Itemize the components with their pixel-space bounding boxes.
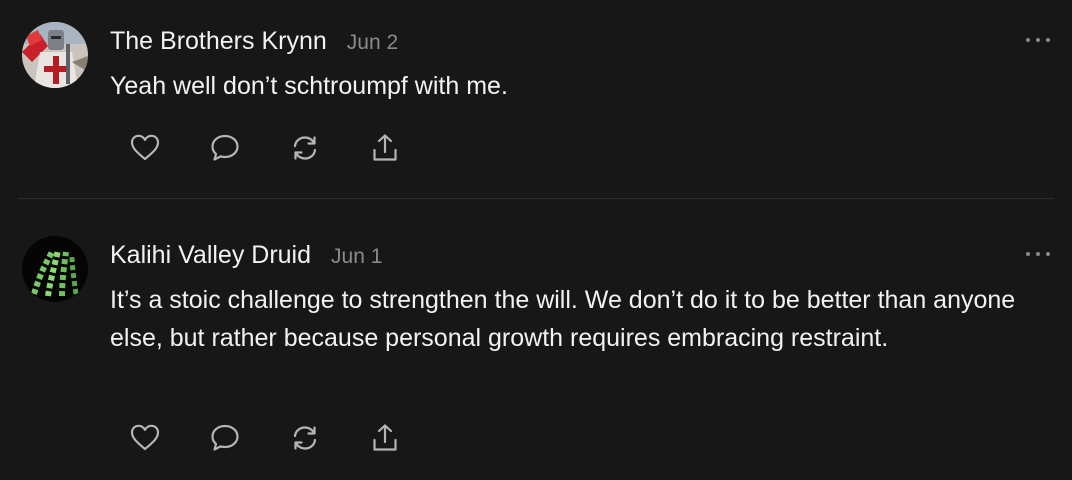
restack-button[interactable]	[288, 131, 322, 165]
knight-avatar-icon	[22, 22, 88, 88]
comment-date[interactable]: Jun 1	[331, 245, 382, 269]
reply-button[interactable]	[208, 421, 242, 455]
comment-header: The Brothers Krynn Jun 2	[110, 27, 398, 56]
reply-button[interactable]	[208, 131, 242, 165]
share-button[interactable]	[368, 421, 402, 455]
share-button[interactable]	[368, 131, 402, 165]
comment-header: Kalihi Valley Druid Jun 1	[110, 241, 382, 270]
share-icon	[373, 134, 397, 161]
comment-text: It’s a stoic challenge to strengthen the…	[110, 286, 1016, 352]
author-name[interactable]: Kalihi Valley Druid	[110, 241, 311, 270]
comment-actions	[128, 421, 402, 455]
share-icon	[373, 424, 397, 451]
restack-icon	[293, 426, 317, 450]
like-button[interactable]	[128, 131, 162, 165]
green-fronds-avatar-icon	[22, 236, 88, 302]
comment-feed: The Brothers Krynn Jun 2 Yeah well don’t…	[0, 0, 1072, 480]
comment-actions	[128, 131, 402, 165]
heart-icon	[130, 134, 160, 161]
heart-icon	[130, 424, 160, 451]
divider	[18, 198, 1054, 199]
more-options-icon[interactable]	[1026, 248, 1050, 260]
author-name[interactable]: The Brothers Krynn	[110, 27, 327, 56]
comment-icon	[211, 134, 239, 161]
restack-button[interactable]	[288, 421, 322, 455]
comment-text: Yeah well don’t schtroumpf with me.	[110, 72, 508, 100]
like-button[interactable]	[128, 421, 162, 455]
comment-icon	[211, 424, 239, 451]
avatar[interactable]	[22, 22, 88, 88]
avatar[interactable]	[22, 236, 88, 302]
comment-date[interactable]: Jun 2	[347, 31, 398, 55]
restack-icon	[293, 136, 317, 160]
more-options-icon[interactable]	[1026, 34, 1050, 46]
